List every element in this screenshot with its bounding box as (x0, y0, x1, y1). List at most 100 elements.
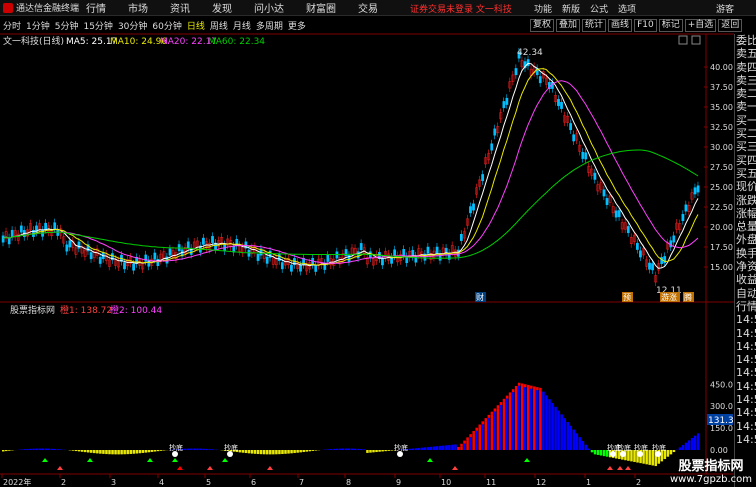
side-panel-row: 卖三 (736, 73, 756, 87)
side-panel-row: 14:5 (736, 326, 756, 340)
date-tick: 3 (111, 478, 116, 487)
side-panel-row: 14:5 (736, 419, 756, 433)
side-panel-row: 换手 (736, 246, 756, 260)
watermark-title: 股票指标网 (678, 459, 744, 474)
candlesticks (1, 47, 700, 287)
side-panel-row: 买三 (736, 140, 756, 154)
indicator-current-value: 131.33 (708, 416, 734, 426)
side-panel-row: 外盘 (736, 233, 756, 247)
side-panel-row: 14:5 (736, 406, 756, 420)
signal-arrow-icon (607, 466, 613, 470)
price-tick: 20.00 (710, 223, 733, 232)
price-tick: 22.50 (710, 203, 733, 212)
main-chart-title: 文一科技(日线) (3, 35, 64, 47)
side-panel-row: 卖一 (736, 100, 756, 114)
signal-text: 抄底 (617, 443, 631, 452)
price-tick: 40.00 (710, 63, 733, 72)
date-tick: 1 (586, 478, 591, 487)
price-tick: 15.00 (710, 263, 733, 272)
date-tick: 4 (159, 478, 164, 487)
side-panel-row: 收益 (736, 273, 756, 287)
side-panel-row: 委比 (736, 34, 756, 47)
signal-arrow-icon (625, 466, 631, 470)
signal-text: 抄底 (652, 443, 666, 452)
side-panel-row: 买二 (736, 127, 756, 141)
side-panel-row: 14:5 (736, 379, 756, 393)
side-panel-row: 净资 (736, 260, 756, 274)
date-tick: 2022年 (3, 477, 31, 487)
side-panel-row: 买四 (736, 153, 756, 167)
side-panel-row: 行情 (736, 299, 756, 313)
signal-arrow-icon (87, 458, 93, 462)
side-panel-row: 卖四 (736, 60, 756, 74)
kline-chart-area[interactable]: 文一科技(日线) MA5: 25.17 MA10: 24.96 MA20: 22… (0, 0, 734, 487)
side-panel-row: 14:5 (736, 366, 756, 380)
chart-settings-icon[interactable] (691, 35, 701, 45)
side-panel-row: 14:5 (736, 432, 756, 446)
signal-arrow-icon (57, 466, 63, 470)
signal-text: 抄底 (394, 443, 408, 452)
side-panel-row: 涨跌 (736, 193, 756, 207)
signal-arrow-icon (427, 458, 433, 462)
indicator-tick: 300.0 (710, 402, 733, 411)
signal-arrow-icon (177, 466, 183, 470)
signal-markers: 抄底 抄底 抄底 抄底抄底 抄底 抄底 (42, 443, 666, 470)
date-tick: 2 (61, 478, 66, 487)
signal-arrow-icon (222, 458, 228, 462)
price-tick: 27.50 (710, 163, 733, 172)
price-tick: 35.00 (710, 103, 733, 112)
event-labels: 财 预 游涨 腾 (475, 292, 694, 302)
signal-text: 抄底 (634, 443, 648, 452)
signal-arrow-icon (172, 458, 178, 462)
watermark-url: www.7gpzb.com (670, 474, 752, 485)
signal-text: 抄底 (169, 443, 183, 452)
quote-side-panel: 委比 卖五 卖四 卖三 卖二 卖一 买一 买二 买三 买四 买五 现价 涨跌 涨幅 总量 外盘 换手 净资 收益 自动… (734, 34, 756, 487)
date-tick: 8 (346, 478, 351, 487)
ma10-label: MA10: 24.96 (110, 37, 167, 47)
indicator-label-2: 橙2: 100.44 (110, 304, 162, 316)
event-label-yu: 预 (623, 292, 631, 302)
high-price-label: 42.34 (517, 48, 543, 58)
signal-arrow-icon (452, 466, 458, 470)
date-tick: 11 (486, 478, 496, 487)
event-label-teng: 腾 (684, 292, 692, 302)
indicator-tick: 450.0 (710, 380, 733, 389)
side-panel-row: 14:5 (736, 339, 756, 353)
date-tick: 7 (299, 478, 304, 487)
price-tick: 30.00 (710, 143, 733, 152)
ma60-label: MA60: 22.34 (208, 37, 265, 47)
date-axis: 2022年 2 3 4 5 6 7 8 9 10 11 12 1 2 (1, 474, 641, 487)
price-tick: 37.50 (710, 83, 733, 92)
indicator-bars (2, 382, 700, 467)
side-panel-row: 买五 (736, 166, 756, 180)
signal-arrow-icon (267, 466, 273, 470)
signal-arrow-icon (617, 466, 623, 470)
indicator-tick: 0.00 (710, 446, 728, 455)
signal-text: 抄底 (224, 443, 238, 452)
signal-arrow-icon (207, 466, 213, 470)
indicator-label-1: 橙1: 138.72 (60, 304, 112, 316)
price-tick: 17.50 (710, 243, 733, 252)
side-panel-row: 现价 (736, 180, 756, 194)
signal-arrow-icon (42, 458, 48, 462)
chart-expand-icon[interactable] (678, 35, 688, 45)
date-tick: 2 (636, 478, 641, 487)
signal-arrow-icon (524, 458, 530, 462)
side-panel-row: 14:5 (736, 393, 756, 407)
side-panel-row: 自动 (736, 286, 756, 300)
indicator-title: 股票指标网 (10, 304, 55, 316)
moving-averages (2, 62, 699, 269)
signal-arrow-icon (147, 458, 153, 462)
side-panel-row: 14:5 (736, 313, 756, 327)
side-panel-row: 涨幅 (736, 206, 756, 220)
price-tick: 25.00 (710, 183, 733, 192)
side-panel-row: 总量 (736, 220, 756, 234)
watermark: 股票指标网 www.7gpzb.com (666, 455, 756, 487)
side-panel-row: 买一 (736, 113, 756, 127)
side-panel-row: 卖二 (736, 87, 756, 101)
date-tick: 12 (536, 478, 546, 487)
side-panel-row: 14:5 (736, 353, 756, 367)
price-axis: 40.00 37.50 35.00 32.50 30.00 27.50 25.00 22.50… (704, 63, 733, 272)
date-tick: 9 (396, 478, 401, 487)
date-tick: 6 (251, 478, 256, 487)
